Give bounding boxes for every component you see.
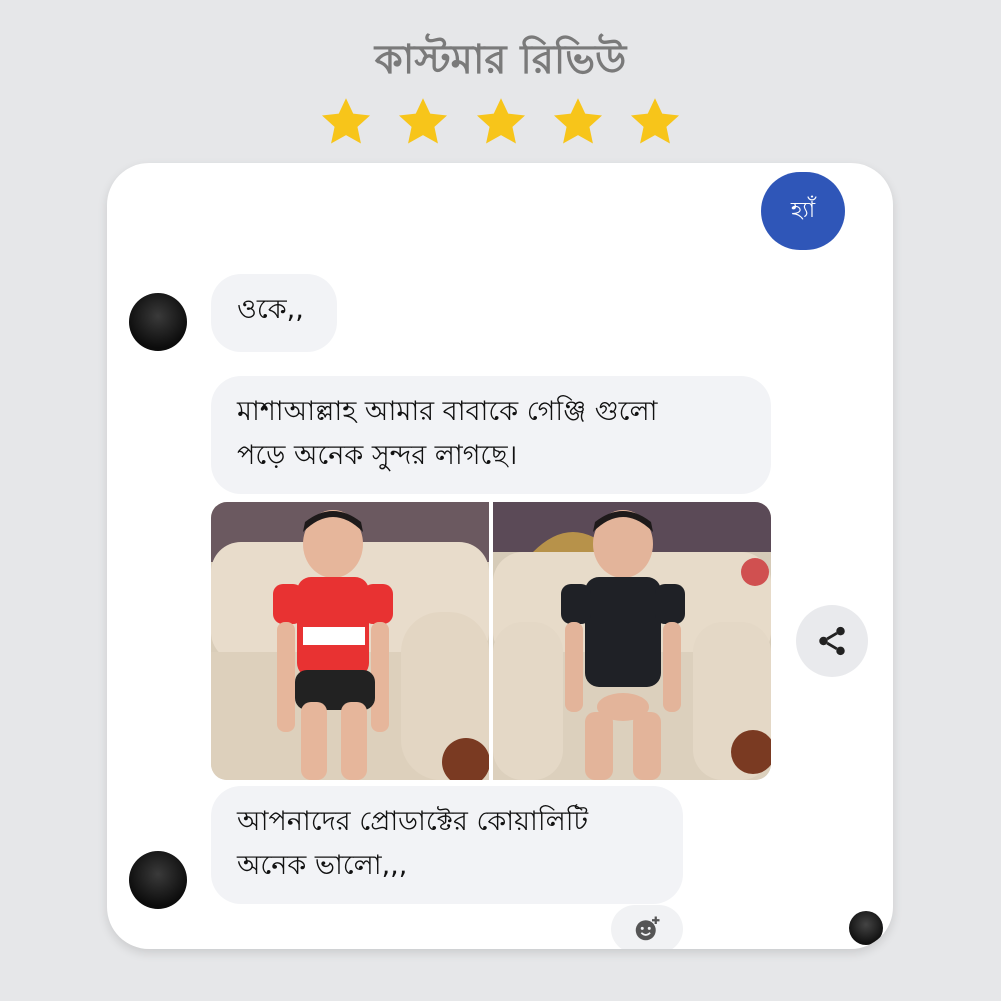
message-line: পড়ে অনেক সুন্দর লাগছে। (237, 440, 518, 471)
message-line: অনেক ভালো,,, (237, 850, 408, 881)
seen-avatar (849, 911, 883, 945)
star-icon (476, 98, 525, 144)
message-line: মাশাআল্লাহ আমার বাবাকে গেঞ্জি গুলো (237, 396, 658, 427)
avatar[interactable] (129, 851, 187, 909)
received-message-bubble: আপনাদের প্রোডাক্টের কোয়ালিটি অনেক ভালো,… (211, 786, 683, 904)
child-photo-red-shirt[interactable] (211, 502, 489, 780)
message-line: ওকে,, (237, 294, 304, 325)
share-icon (819, 626, 845, 656)
share-button[interactable] (796, 605, 868, 677)
review-title: কাস্টমার রিভিউ (374, 37, 627, 83)
add-reaction-button[interactable] (611, 905, 683, 949)
star-icon (322, 98, 371, 144)
star-icon (399, 98, 448, 144)
sent-message-bubble: হ্যাঁ (761, 172, 845, 250)
add-reaction-icon (635, 916, 660, 941)
received-message-bubble: মাশাআল্লাহ আমার বাবাকে গেঞ্জি গুলো পড়ে … (211, 376, 771, 494)
chat-screenshot: হ্যাঁ ওকে,, মাশাআল্লাহ আমার বাবাকে গেঞ্জ… (107, 163, 893, 949)
avatar[interactable] (129, 293, 187, 351)
child-photo-black-shirt[interactable] (493, 502, 771, 780)
star-icon (553, 98, 602, 144)
received-message-bubble: ওকে,, (211, 274, 337, 352)
star-icon (630, 98, 679, 144)
star-rating (0, 94, 1001, 154)
sent-message-text: হ্যাঁ (790, 197, 816, 223)
message-line: আপনাদের প্রোডাক্টের কোয়ালিটি (237, 806, 589, 837)
